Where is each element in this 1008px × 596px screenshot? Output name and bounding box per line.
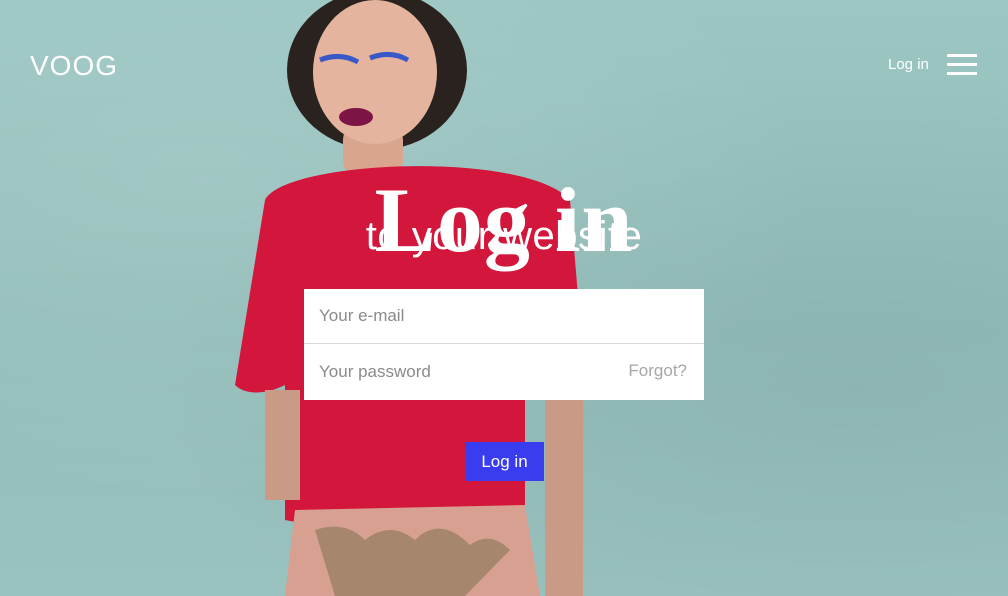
email-field-row bbox=[304, 289, 704, 344]
login-form: Forgot? bbox=[304, 289, 704, 400]
forgot-password-link[interactable]: Forgot? bbox=[628, 361, 687, 381]
voog-logo[interactable]: VOOG bbox=[30, 52, 118, 80]
password-field-row: Forgot? bbox=[304, 344, 704, 400]
menu-bar-top bbox=[947, 54, 977, 57]
password-input[interactable] bbox=[319, 344, 609, 400]
header-login-link[interactable]: Log in bbox=[888, 56, 929, 74]
menu-bar-middle bbox=[947, 63, 977, 66]
menu-bar-bottom bbox=[947, 72, 977, 75]
email-input[interactable] bbox=[319, 289, 609, 343]
login-submit-button[interactable]: Log in bbox=[465, 442, 544, 481]
page-subtitle: to your website bbox=[365, 214, 643, 258]
hamburger-menu-icon[interactable] bbox=[947, 54, 977, 76]
